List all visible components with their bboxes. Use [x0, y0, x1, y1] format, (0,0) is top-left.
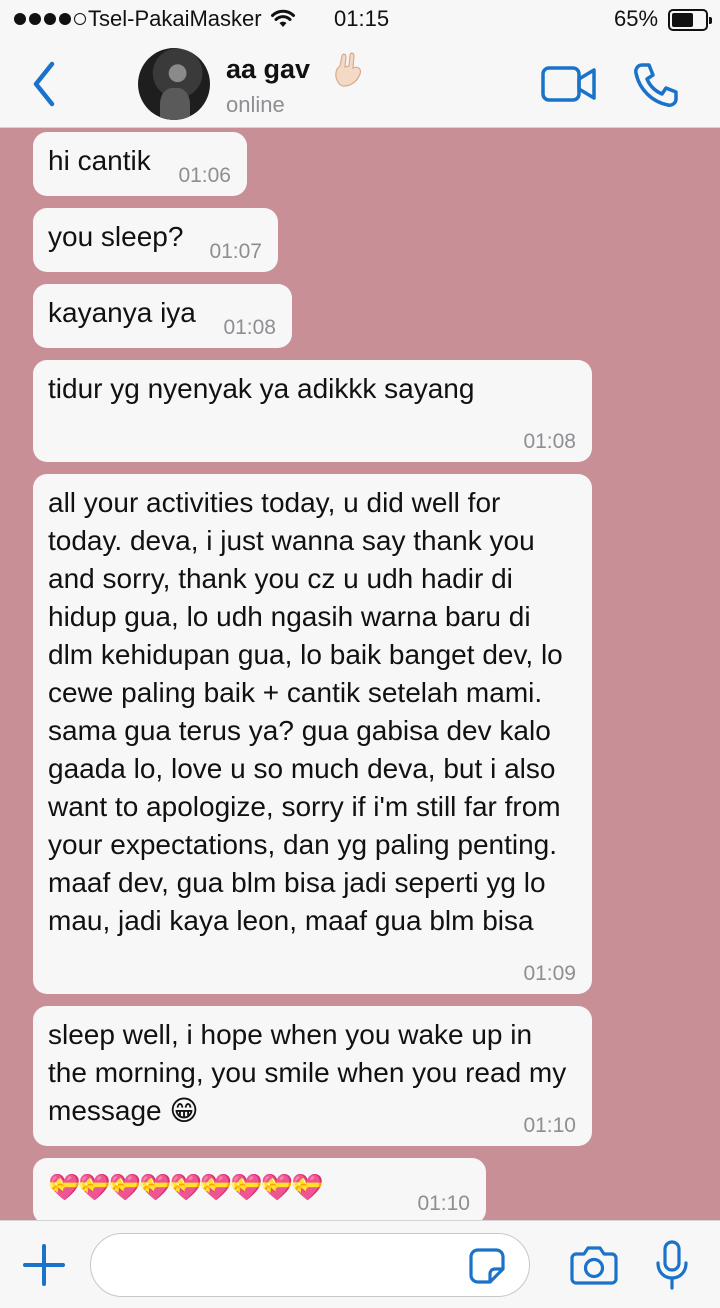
- message-text: all your activities today, u did well fo…: [48, 487, 563, 936]
- status-bar: Tsel-PakaiMasker 01:15 65%: [0, 0, 720, 40]
- input-bar: [0, 1220, 720, 1308]
- message-text: tidur yg nyenyak ya adikkk sayang: [48, 373, 475, 404]
- message-time: 01:10: [523, 1114, 576, 1137]
- contact-status: online: [226, 92, 285, 117]
- message-time: 01:07: [209, 240, 262, 263]
- contact-name[interactable]: aa gav: [226, 54, 310, 85]
- message-bubble[interactable]: sleep well, i hope when you wake up in t…: [33, 1006, 592, 1146]
- message-list: hi cantik 01:06 you sleep? 01:07 kayanya…: [0, 128, 720, 1220]
- message-time: 01:08: [523, 430, 576, 453]
- message-text: 💝💝💝💝💝💝💝💝💝: [48, 1172, 323, 1202]
- battery-percentage: 65%: [614, 6, 659, 31]
- carrier-name: Tsel-PakaiMasker: [88, 6, 262, 31]
- message-time: 01:10: [417, 1192, 470, 1215]
- message-time: 01:09: [523, 962, 576, 985]
- plus-icon[interactable]: [22, 1243, 66, 1287]
- rock-on-hand-emoji: [335, 52, 362, 87]
- message-text: hi cantik: [48, 145, 151, 176]
- message-bubble[interactable]: kayanya iya 01:08: [33, 284, 292, 348]
- message-bubble[interactable]: hi cantik 01:06: [33, 132, 247, 196]
- message-bubble[interactable]: 💝💝💝💝💝💝💝💝💝 01:10: [33, 1158, 486, 1220]
- sticker-icon[interactable]: [468, 1247, 506, 1285]
- wifi-icon: [271, 9, 295, 27]
- signal-strength-icon: [14, 13, 86, 25]
- message-bubble[interactable]: all your activities today, u did well fo…: [33, 474, 592, 994]
- message-time: 01:08: [223, 316, 276, 339]
- message-text: you sleep?: [48, 221, 184, 252]
- camera-icon[interactable]: [570, 1245, 618, 1285]
- message-text: sleep well, i hope when you wake up in t…: [48, 1019, 567, 1126]
- message-input[interactable]: [90, 1233, 530, 1297]
- microphone-icon[interactable]: [654, 1239, 690, 1291]
- back-chevron-icon[interactable]: [24, 58, 68, 110]
- message-time: 01:06: [178, 164, 231, 187]
- phone-icon[interactable]: [632, 62, 680, 108]
- battery-icon: [668, 9, 712, 31]
- chat-header: aa gav online: [0, 40, 720, 128]
- message-bubble[interactable]: tidur yg nyenyak ya adikkk sayang 01:08: [33, 360, 592, 462]
- video-call-icon[interactable]: [540, 64, 598, 104]
- message-text: kayanya iya: [48, 297, 196, 328]
- avatar[interactable]: [138, 48, 210, 120]
- message-bubble[interactable]: you sleep? 01:07: [33, 208, 278, 272]
- status-time: 01:15: [334, 6, 390, 31]
